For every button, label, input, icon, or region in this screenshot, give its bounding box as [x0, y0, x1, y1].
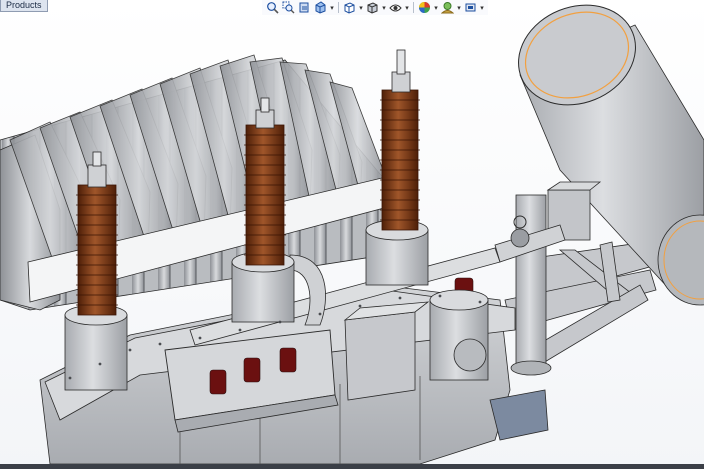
apply-scene-icon[interactable] — [440, 1, 455, 15]
previous-view-icon[interactable] — [297, 1, 312, 15]
oil-level-chamber[interactable] — [429, 289, 489, 381]
graphics-viewport[interactable]: Products ▾ ▾ ▾ ▾ ▾ ▾ ▾ — [0, 0, 704, 469]
transformer-3d-model[interactable] — [0, 0, 704, 469]
zoom-to-fit-icon[interactable] — [265, 1, 280, 15]
hide-show-items-dropdown[interactable]: ▾ — [404, 1, 410, 15]
section-view-icon[interactable] — [313, 1, 328, 15]
edit-appearance-icon[interactable] — [417, 1, 432, 15]
products-tab-label: Products — [6, 0, 42, 10]
view-settings-dropdown[interactable]: ▾ — [479, 1, 485, 15]
view-orientation-icon[interactable] — [342, 1, 357, 15]
display-style-dropdown[interactable]: ▾ — [381, 1, 387, 15]
hide-show-items-icon[interactable] — [388, 1, 403, 15]
viewport-bottom-edge — [0, 464, 704, 469]
view-settings-icon[interactable] — [463, 1, 478, 15]
heads-up-view-toolbar: ▾ ▾ ▾ ▾ ▾ ▾ ▾ — [262, 0, 488, 15]
edit-appearance-dropdown[interactable]: ▾ — [433, 1, 439, 15]
products-tab[interactable]: Products — [0, 0, 48, 12]
view-orientation-dropdown[interactable]: ▾ — [358, 1, 364, 15]
toolbar-separator — [413, 2, 414, 13]
zoom-to-area-icon[interactable] — [281, 1, 296, 15]
section-view-dropdown[interactable]: ▾ — [329, 1, 335, 15]
toolbar-separator — [338, 2, 339, 13]
apply-scene-dropdown[interactable]: ▾ — [456, 1, 462, 15]
display-style-icon[interactable] — [365, 1, 380, 15]
